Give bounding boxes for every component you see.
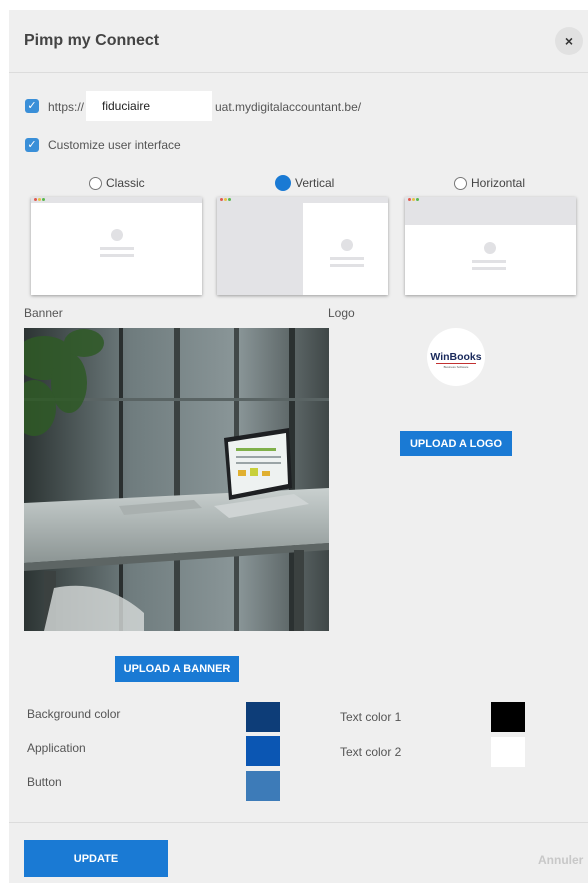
text-placeholder-line <box>330 264 364 267</box>
pimp-dialog: Pimp my Connect × ✓ https:// uat.mydigit… <box>9 10 588 883</box>
text-color-1-swatch[interactable] <box>491 702 525 732</box>
text-placeholder-line <box>472 267 506 270</box>
upload-banner-button[interactable]: UPLOAD A BANNER <box>115 656 239 682</box>
button-color-swatch[interactable] <box>246 771 280 801</box>
preview-topbar <box>405 203 576 225</box>
company-logo: WinBooks Business Software <box>427 328 485 386</box>
application-color-label: Application <box>27 741 86 755</box>
background-color-swatch[interactable] <box>246 702 280 732</box>
radio-button-icon[interactable] <box>454 176 467 190</box>
avatar-placeholder-icon <box>341 239 353 251</box>
dialog-header: Pimp my Connect × <box>9 10 588 73</box>
text-color-2-swatch[interactable] <box>491 737 525 767</box>
background-color-label: Background color <box>27 707 121 721</box>
logo-tagline: Business Software <box>444 365 469 369</box>
radio-button-icon[interactable] <box>89 176 102 190</box>
banner-label: Banner <box>24 306 63 320</box>
application-color-swatch[interactable] <box>246 736 280 766</box>
dialog-title: Pimp my Connect <box>24 32 160 49</box>
text-placeholder-line <box>330 257 364 260</box>
preview-titlebar <box>31 197 202 203</box>
logo-text: WinBooks <box>430 351 481 363</box>
radio-vertical[interactable]: Vertical <box>275 175 334 191</box>
window-dots-icon <box>408 198 419 201</box>
text-placeholder-line <box>100 254 134 257</box>
dialog-footer: UPDATE Annuler <box>9 822 588 884</box>
subdomain-input[interactable] <box>86 91 212 121</box>
preview-sidebar <box>217 203 303 295</box>
radio-horizontal-label: Horizontal <box>471 176 526 190</box>
url-prefix: https:// <box>48 100 85 114</box>
radio-classic[interactable]: Classic <box>89 176 145 190</box>
office-photo-image <box>24 328 329 631</box>
customize-label: Customize user interface <box>48 138 181 152</box>
radio-horizontal[interactable]: Horizontal <box>454 176 525 190</box>
text-placeholder-line <box>100 247 134 250</box>
radio-vertical-label: Vertical <box>295 176 335 190</box>
layout-preview-vertical[interactable] <box>217 197 388 295</box>
button-color-label: Button <box>27 775 62 789</box>
text-color-2-label: Text color 2 <box>340 745 402 759</box>
banner-image <box>24 328 329 631</box>
window-dots-icon <box>220 198 231 201</box>
avatar-placeholder-icon <box>484 242 496 254</box>
url-checkbox[interactable]: ✓ <box>25 99 39 113</box>
window-dots-icon <box>34 198 45 201</box>
upload-logo-button[interactable]: UPLOAD A LOGO <box>400 431 512 456</box>
layout-preview-horizontal[interactable] <box>405 197 576 295</box>
text-placeholder-line <box>472 260 506 263</box>
update-button[interactable]: UPDATE <box>24 840 168 877</box>
url-suffix: uat.mydigitalaccountant.be/ <box>215 100 362 114</box>
text-color-1-label: Text color 1 <box>340 710 402 724</box>
logo-label: Logo <box>328 306 355 320</box>
radio-button-selected-icon[interactable] <box>275 175 291 191</box>
cancel-link[interactable]: Annuler <box>538 853 583 867</box>
customize-checkbox[interactable]: ✓ <box>25 138 39 152</box>
close-icon[interactable]: × <box>555 27 583 55</box>
layout-preview-classic[interactable] <box>31 197 202 295</box>
avatar-placeholder-icon <box>111 229 123 241</box>
radio-classic-label: Classic <box>106 176 145 190</box>
winbooks-logo-icon: WinBooks Business Software <box>430 351 481 369</box>
